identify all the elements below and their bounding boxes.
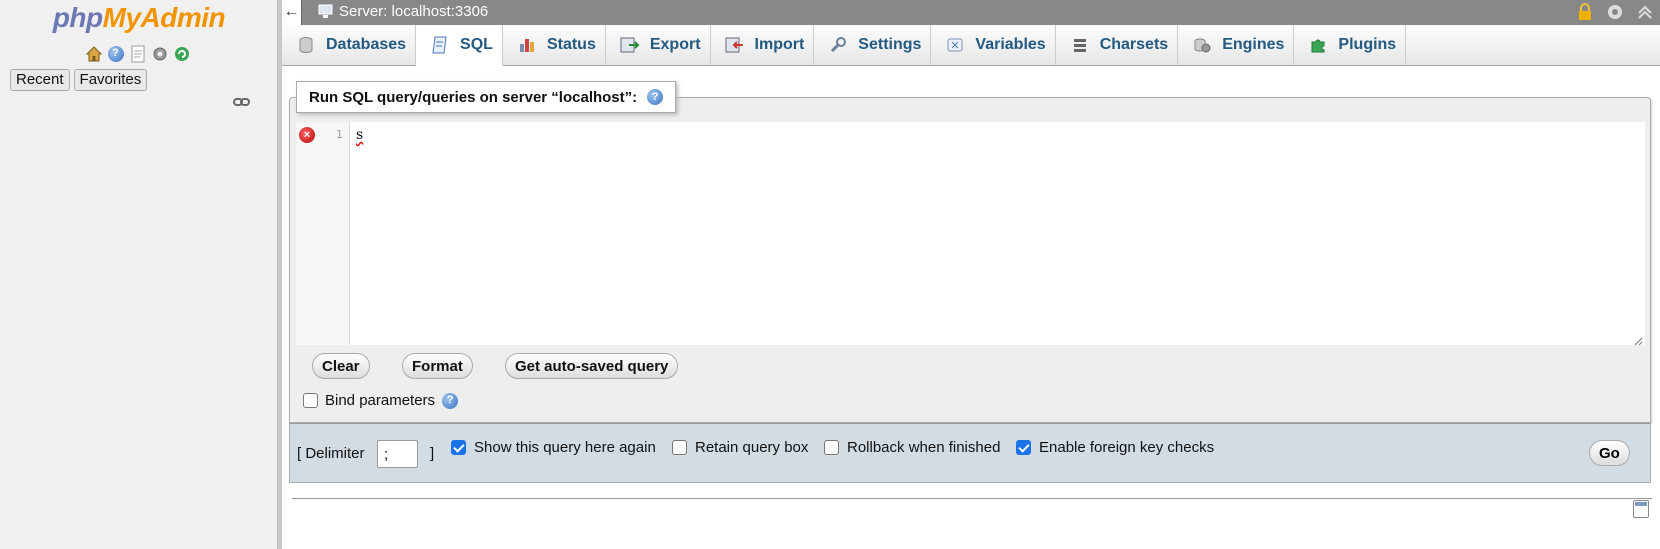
- bind-parameters-row: Bind parameters ?: [303, 392, 459, 409]
- home-icon[interactable]: [84, 44, 103, 63]
- get-autosaved-query-button[interactable]: Get auto-saved query: [505, 353, 679, 379]
- main-menu: Databases SQL Status Export Import Setti…: [282, 25, 1660, 66]
- help-icon[interactable]: ?: [106, 44, 125, 63]
- help-icon[interactable]: ?: [442, 392, 459, 409]
- tab-status[interactable]: Status: [503, 25, 606, 65]
- link-icon[interactable]: [233, 94, 250, 106]
- engines-icon: [1192, 35, 1212, 55]
- server-breadcrumb[interactable]: Server: localhost:3306: [318, 3, 488, 20]
- bind-parameters-label: Bind parameters: [325, 392, 436, 409]
- reload-icon[interactable]: [172, 44, 191, 63]
- help-icon[interactable]: ?: [647, 89, 664, 105]
- legend-text: Run SQL query/queries on server “localho…: [309, 88, 638, 106]
- foreign-key-checks-option[interactable]: Enable foreign key checks: [1016, 439, 1214, 456]
- tab-settings[interactable]: Settings: [814, 25, 932, 65]
- error-icon[interactable]: ×: [299, 127, 315, 143]
- tab-plugins[interactable]: Plugins: [1294, 25, 1407, 65]
- settings-icon[interactable]: [150, 44, 169, 63]
- server-icon: [318, 4, 333, 18]
- delimiter-input[interactable]: [377, 440, 418, 468]
- console-icon[interactable]: [1633, 500, 1649, 518]
- sql-code[interactable]: s: [356, 127, 363, 143]
- tab-export[interactable]: Export: [606, 25, 711, 65]
- tab-databases[interactable]: Databases: [282, 25, 417, 65]
- retain-query-box-checkbox[interactable]: [672, 440, 687, 455]
- favorites-tab[interactable]: Favorites: [73, 69, 148, 91]
- resize-grip-icon[interactable]: [1633, 333, 1643, 346]
- recent-tab[interactable]: Recent: [10, 69, 70, 91]
- line-number: 1: [336, 128, 343, 141]
- collapse-icon[interactable]: [1636, 3, 1654, 21]
- server-breadcrumb-bar: ← Server: localhost:3306: [282, 0, 1660, 25]
- clear-button[interactable]: Clear: [312, 353, 370, 379]
- wrench-icon: [828, 35, 848, 55]
- phpmyadmin-logo[interactable]: phpMyAdmin: [0, 2, 278, 34]
- navigation-panel: phpMyAdmin ? Recent Favorites: [0, 0, 278, 549]
- tab-variables[interactable]: Variables: [931, 25, 1056, 65]
- rollback-checkbox[interactable]: [824, 440, 839, 455]
- show-query-option[interactable]: Show this query here again: [451, 439, 656, 456]
- plugin-icon: [1308, 35, 1328, 55]
- sql-icon: [430, 35, 450, 55]
- format-button[interactable]: Format: [402, 353, 473, 379]
- collapse-nav-button[interactable]: ←: [282, 0, 302, 25]
- delimiter-bracket: ]: [430, 445, 435, 462]
- show-query-checkbox[interactable]: [451, 440, 466, 455]
- divider: [292, 498, 1652, 499]
- charsets-icon: [1070, 35, 1090, 55]
- delimiter-label: [ Delimiter: [297, 445, 365, 462]
- editor-gutter: × 1: [296, 122, 350, 345]
- variables-icon: [945, 35, 965, 55]
- status-icon: [517, 35, 537, 55]
- retain-query-box-option[interactable]: Retain query box: [672, 439, 808, 456]
- nav-resizer[interactable]: [278, 0, 282, 549]
- fieldset-legend: Run SQL query/queries on server “localho…: [296, 81, 677, 113]
- docs-icon[interactable]: [128, 44, 147, 63]
- rollback-option[interactable]: Rollback when finished: [824, 439, 1000, 456]
- import-icon: [725, 35, 745, 55]
- server-label-text: Server: localhost:3306: [339, 3, 489, 20]
- database-icon: [296, 35, 316, 55]
- query-options-bar: [ Delimiter ] Show this query here again…: [289, 423, 1651, 483]
- lock-icon[interactable]: [1576, 3, 1594, 21]
- tab-charsets[interactable]: Charsets: [1056, 25, 1179, 65]
- tab-engines[interactable]: Engines: [1178, 25, 1295, 65]
- top-right-icons: [1576, 3, 1654, 21]
- nav-icon-bar: ?: [84, 44, 191, 63]
- export-icon: [620, 35, 640, 55]
- bind-parameters-checkbox[interactable]: [303, 393, 318, 408]
- foreign-key-checks-checkbox[interactable]: [1016, 440, 1031, 455]
- tab-sql[interactable]: SQL: [416, 25, 503, 66]
- nav-tabs: Recent Favorites: [10, 69, 148, 91]
- go-button[interactable]: Go: [1589, 440, 1630, 466]
- tab-import[interactable]: Import: [711, 25, 815, 65]
- gear-icon[interactable]: [1606, 3, 1624, 21]
- sql-editor[interactable]: × 1 s: [296, 122, 1645, 346]
